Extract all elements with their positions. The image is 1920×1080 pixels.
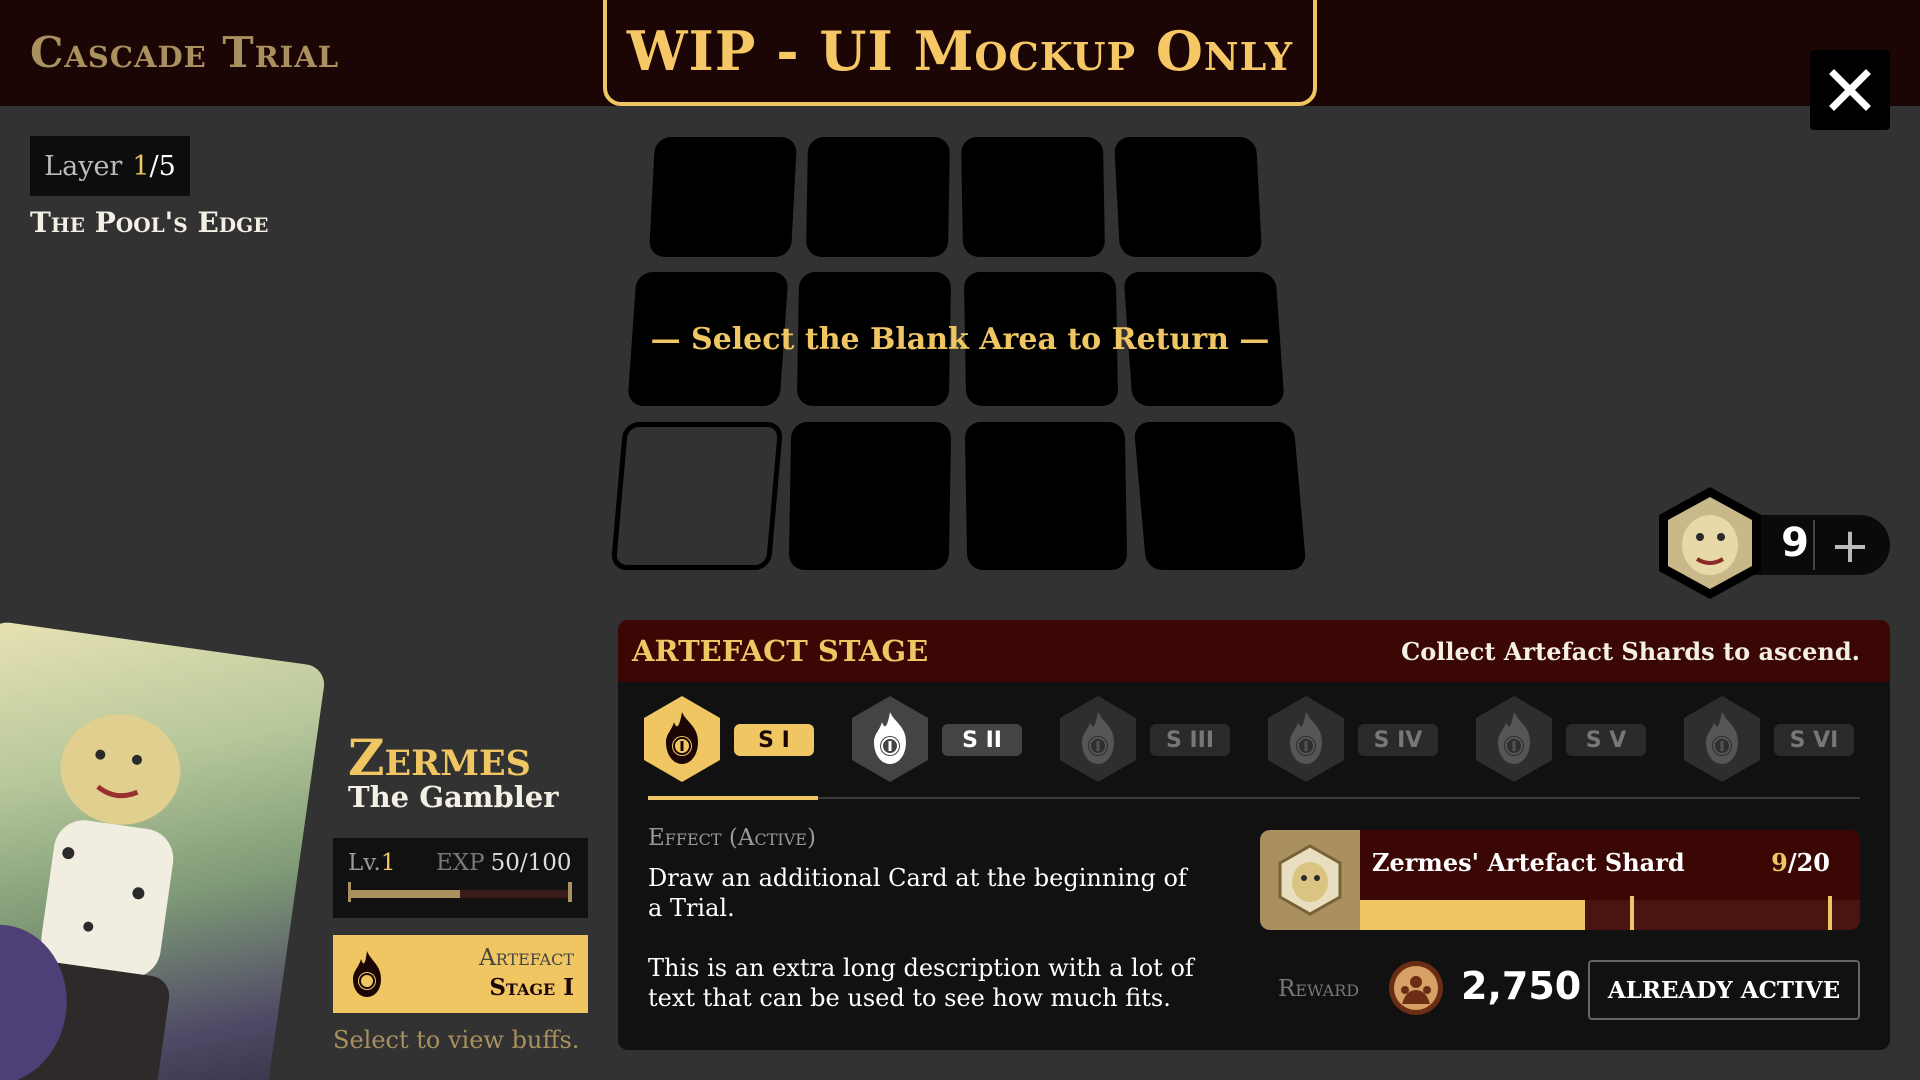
shard-progress-bar [1360,896,1860,930]
board-tile[interactable] [788,422,952,570]
flame-artefact-icon [852,696,928,782]
buff-hint: Select to view buffs. [333,1026,580,1054]
layer-label: Layer [44,150,123,182]
effect-extra-text: This is an extra long description with a… [648,954,1194,1012]
wip-banner-text: WIP - UI Mockup Only [626,19,1294,83]
level-prefix: Lv. [348,850,381,876]
stage-active-underline [648,796,818,800]
close-icon [1829,69,1871,111]
flame-artefact-icon [644,696,720,782]
already-active-button[interactable]: ALREADY ACTIVE [1588,960,1860,1020]
artefact-button-line1: Artefact [479,945,574,971]
layer-current: 1 [132,150,150,182]
add-card-button[interactable]: + [1822,518,1878,574]
board-tile[interactable] [648,137,798,257]
exp-value: 50/100 [490,850,572,876]
reward-value: 2,750 [1461,964,1582,1008]
panel-title: ARTEFACT STAGE [632,634,929,668]
flame-artefact-icon [1684,696,1760,782]
board-tile[interactable] [805,137,951,257]
exp-bar [348,890,572,898]
stage-label: S I [734,724,814,756]
layer-badge: Layer 1 /5 [30,136,190,196]
exp-prefix: EXP [436,850,485,876]
shard-current: 9 [1771,848,1788,877]
shard-progress-box: Zermes' Artefact Shard 9/20 [1260,830,1860,930]
board-tile[interactable] [964,422,1128,570]
exp-bar-end [568,882,572,902]
shard-portrait-icon [1278,844,1342,916]
character-card-art[interactable] [0,620,327,1080]
flame-artefact-icon [1476,696,1552,782]
shard-count: 9/20 [1771,848,1830,877]
panel-subtitle: Collect Artefact Shards to ascend. [1401,637,1860,666]
stage-label: S II [942,724,1022,756]
stage-label: S III [1150,724,1230,756]
effect-label: Effect (Active) [648,825,816,851]
shard-name: Zermes' Artefact Shard [1372,848,1685,877]
stage-label: S V [1566,724,1646,756]
artefact-stage-button[interactable]: Artefact Stage I [333,935,588,1013]
panel-header: ARTEFACT STAGE Collect Artefact Shards t… [618,620,1890,682]
plus-icon: + [1829,518,1871,574]
stage-label: S VI [1774,724,1854,756]
board-tile[interactable] [960,137,1106,257]
shard-required: /20 [1787,848,1830,877]
effect-text: Draw an additional Card at the beginning… [648,864,1187,922]
stage-divider [648,797,1860,799]
exp-bar-fill [348,890,460,898]
wip-banner: WIP - UI Mockup Only [603,0,1317,106]
shard-thumbnail [1260,830,1360,930]
artefact-button-line2: Stage I [489,974,574,1001]
exp-label: EXP 50/100 [436,850,572,876]
flame-artefact-icon [1268,696,1344,782]
stage-label: S IV [1358,724,1438,756]
board-tile[interactable] [1133,422,1307,570]
layer-name: The Pool's Edge [30,206,269,239]
shard-progress-fill [1360,900,1585,930]
layer-total: /5 [149,150,176,182]
character-name: Zermes [348,728,531,787]
reward-label: Reward [1278,976,1360,1002]
level-label: Lv.1 [348,850,396,876]
flame-artefact-icon [353,951,381,997]
count-divider [1813,520,1815,570]
character-title: The Gambler [348,780,559,814]
level-value: 1 [380,850,396,876]
reward-coin-icon [1389,961,1443,1015]
character-illustration [0,714,181,1080]
board-tile[interactable] [1113,137,1263,257]
board-tile-empty[interactable] [610,422,784,570]
close-button[interactable] [1810,50,1890,130]
flame-artefact-icon [1060,696,1136,782]
character-portrait-icon[interactable] [1655,485,1765,601]
shard-progress-end-marker [1828,896,1832,930]
artefact-stage-panel: ARTEFACT STAGE Collect Artefact Shards t… [618,620,1890,1050]
return-hint: — Select the Blank Area to Return — [650,322,1270,357]
game-title: Cascade Trial [30,28,340,77]
shard-progress-marker [1630,896,1634,930]
